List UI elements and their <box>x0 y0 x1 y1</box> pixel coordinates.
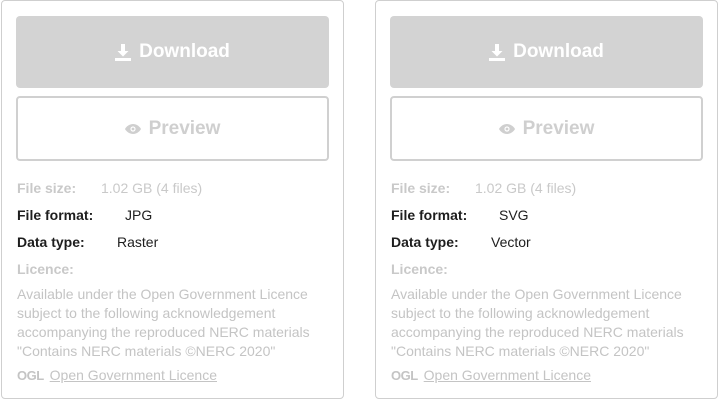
ogl-licence: OGL Open Government Licence <box>391 367 591 383</box>
file-size-value: 1.02 GB (4 files) <box>475 180 577 196</box>
download-card-svg: Download Preview File size: 1.02 GB (4 f… <box>375 0 718 399</box>
download-icon <box>489 43 506 61</box>
download-card-jpg: Download Preview File size: 1.02 GB (4 f… <box>1 0 344 399</box>
licence-text: Available under the Open Government Lice… <box>391 286 684 359</box>
download-button[interactable]: Download <box>390 16 703 88</box>
licence-text: Available under the Open Government Lice… <box>17 286 310 359</box>
eye-icon <box>124 123 141 134</box>
file-size-label: File size: <box>17 180 77 196</box>
download-icon <box>115 43 132 61</box>
ogl-logo: OGL <box>391 367 418 383</box>
file-size-row: File size: 1.02 GB (4 files) <box>391 179 701 197</box>
file-format-row: File format: JPG <box>17 206 327 224</box>
file-format-row: File format: SVG <box>391 206 701 224</box>
data-type-row: Data type: Raster <box>17 233 327 251</box>
licence-label: Licence: <box>391 261 448 277</box>
file-size-value: 1.02 GB (4 files) <box>101 180 203 196</box>
file-format-value: JPG <box>125 207 153 223</box>
licence-label: Licence: <box>17 261 74 277</box>
licence-link[interactable]: Open Government Licence <box>424 367 591 383</box>
preview-label: Preview <box>148 117 221 139</box>
ogl-licence: OGL Open Government Licence <box>17 367 217 383</box>
download-button[interactable]: Download <box>16 16 329 88</box>
file-format-label: File format: <box>391 207 468 223</box>
licence-link[interactable]: Open Government Licence <box>50 367 217 383</box>
ogl-logo: OGL <box>17 367 44 383</box>
data-type-value: Raster <box>117 234 159 250</box>
licence-row: Licence: <box>17 260 74 278</box>
download-label: Download <box>139 41 230 62</box>
eye-icon <box>498 123 515 134</box>
data-type-label: Data type: <box>17 234 85 250</box>
preview-button[interactable]: Preview <box>16 96 329 161</box>
preview-button[interactable]: Preview <box>390 96 703 161</box>
download-label: Download <box>513 41 604 62</box>
data-type-value: Vector <box>491 234 531 250</box>
file-size-label: File size: <box>391 180 451 196</box>
data-type-row: Data type: Vector <box>391 233 701 251</box>
licence-row: Licence: <box>391 260 448 278</box>
file-format-label: File format: <box>17 207 94 223</box>
file-size-row: File size: 1.02 GB (4 files) <box>17 179 327 197</box>
data-type-label: Data type: <box>391 234 459 250</box>
file-format-value: SVG <box>499 207 529 223</box>
preview-label: Preview <box>522 117 595 139</box>
